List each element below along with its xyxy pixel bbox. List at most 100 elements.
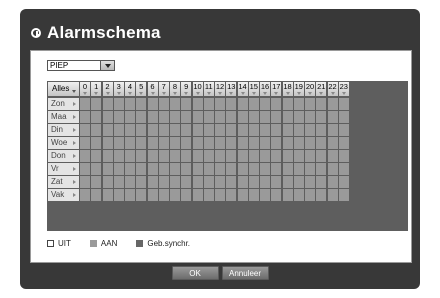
schedule-cell[interactable] bbox=[293, 176, 304, 188]
schedule-cell[interactable] bbox=[338, 163, 349, 175]
hour-header-cell[interactable]: 6 bbox=[147, 82, 158, 96]
schedule-cell[interactable] bbox=[147, 189, 158, 201]
schedule-cell[interactable] bbox=[147, 176, 158, 188]
schedule-cell[interactable] bbox=[215, 111, 225, 123]
schedule-cell[interactable] bbox=[102, 137, 113, 149]
schedule-cell[interactable] bbox=[147, 163, 158, 175]
cancel-button[interactable]: Annuleer bbox=[221, 266, 269, 280]
schedule-cell[interactable] bbox=[338, 150, 349, 162]
schedule-cell[interactable] bbox=[80, 150, 90, 162]
hour-header-cell[interactable]: 16 bbox=[260, 82, 270, 96]
schedule-cell[interactable] bbox=[260, 189, 270, 201]
schedule-cell[interactable] bbox=[237, 137, 248, 149]
schedule-cell[interactable] bbox=[237, 124, 248, 136]
alarm-type-value[interactable]: PIEP bbox=[47, 60, 101, 71]
schedule-cell[interactable] bbox=[237, 111, 248, 123]
schedule-cell[interactable] bbox=[80, 124, 90, 136]
schedule-cell[interactable] bbox=[113, 176, 124, 188]
schedule-cell[interactable] bbox=[91, 176, 102, 188]
hour-header-cell[interactable]: 5 bbox=[136, 82, 147, 96]
schedule-cell[interactable] bbox=[102, 111, 113, 123]
schedule-cell[interactable] bbox=[271, 137, 282, 149]
schedule-cell[interactable] bbox=[293, 111, 304, 123]
schedule-cell[interactable] bbox=[136, 98, 147, 110]
schedule-cell[interactable] bbox=[91, 124, 102, 136]
schedule-cell[interactable] bbox=[282, 163, 293, 175]
schedule-cell[interactable] bbox=[158, 150, 169, 162]
hour-header-cell[interactable]: 17 bbox=[271, 82, 282, 96]
schedule-cell[interactable] bbox=[125, 98, 135, 110]
schedule-cell[interactable] bbox=[203, 137, 214, 149]
schedule-cell[interactable] bbox=[271, 163, 282, 175]
schedule-cell[interactable] bbox=[147, 150, 158, 162]
hour-header-cell[interactable]: 13 bbox=[226, 82, 237, 96]
schedule-cell[interactable] bbox=[327, 137, 338, 149]
schedule-cell[interactable] bbox=[170, 137, 180, 149]
schedule-cell[interactable] bbox=[282, 98, 293, 110]
schedule-cell[interactable] bbox=[181, 150, 192, 162]
schedule-cell[interactable] bbox=[102, 150, 113, 162]
schedule-cell[interactable] bbox=[316, 189, 327, 201]
schedule-cell[interactable] bbox=[237, 189, 248, 201]
hour-header-cell[interactable]: 23 bbox=[338, 82, 349, 96]
schedule-cell[interactable] bbox=[260, 163, 270, 175]
schedule-cell[interactable] bbox=[147, 111, 158, 123]
schedule-cell[interactable] bbox=[158, 137, 169, 149]
schedule-cell[interactable] bbox=[215, 150, 225, 162]
hour-header-cell[interactable]: 1 bbox=[91, 82, 102, 96]
schedule-cell[interactable] bbox=[305, 137, 315, 149]
schedule-cell[interactable] bbox=[102, 163, 113, 175]
hour-header-cell[interactable]: 21 bbox=[316, 82, 327, 96]
hour-header-cell[interactable]: 15 bbox=[248, 82, 259, 96]
schedule-cell[interactable] bbox=[125, 189, 135, 201]
schedule-cell[interactable] bbox=[192, 150, 203, 162]
schedule-cell[interactable] bbox=[80, 98, 90, 110]
hour-header-cell[interactable]: 14 bbox=[237, 82, 248, 96]
schedule-cell[interactable] bbox=[80, 137, 90, 149]
schedule-cell[interactable] bbox=[192, 111, 203, 123]
hour-header-cell[interactable]: 22 bbox=[327, 82, 338, 96]
schedule-cell[interactable] bbox=[113, 189, 124, 201]
schedule-cell[interactable] bbox=[125, 163, 135, 175]
schedule-cell[interactable] bbox=[316, 176, 327, 188]
schedule-cell[interactable] bbox=[181, 176, 192, 188]
hour-header-cell[interactable]: 19 bbox=[293, 82, 304, 96]
schedule-cell[interactable] bbox=[203, 176, 214, 188]
schedule-cell[interactable] bbox=[215, 163, 225, 175]
schedule-cell[interactable] bbox=[170, 163, 180, 175]
day-label[interactable]: Zat bbox=[48, 176, 79, 188]
schedule-cell[interactable] bbox=[80, 189, 90, 201]
schedule-cell[interactable] bbox=[136, 111, 147, 123]
schedule-cell[interactable] bbox=[316, 111, 327, 123]
schedule-cell[interactable] bbox=[215, 98, 225, 110]
schedule-cell[interactable] bbox=[192, 176, 203, 188]
schedule-cell[interactable] bbox=[125, 124, 135, 136]
schedule-cell[interactable] bbox=[282, 150, 293, 162]
schedule-cell[interactable] bbox=[327, 150, 338, 162]
select-all-button[interactable]: Alles bbox=[48, 82, 79, 96]
schedule-cell[interactable] bbox=[91, 98, 102, 110]
day-label[interactable]: Vr bbox=[48, 163, 79, 175]
day-label[interactable]: Zon bbox=[48, 98, 79, 110]
schedule-cell[interactable] bbox=[136, 150, 147, 162]
schedule-cell[interactable] bbox=[192, 163, 203, 175]
day-label[interactable]: Maa bbox=[48, 111, 79, 123]
schedule-cell[interactable] bbox=[203, 189, 214, 201]
hour-header-cell[interactable]: 20 bbox=[305, 82, 315, 96]
schedule-cell[interactable] bbox=[102, 176, 113, 188]
schedule-cell[interactable] bbox=[125, 176, 135, 188]
schedule-cell[interactable] bbox=[192, 189, 203, 201]
schedule-cell[interactable] bbox=[327, 111, 338, 123]
schedule-cell[interactable] bbox=[260, 137, 270, 149]
schedule-cell[interactable] bbox=[316, 163, 327, 175]
schedule-cell[interactable] bbox=[248, 111, 259, 123]
schedule-cell[interactable] bbox=[158, 98, 169, 110]
schedule-cell[interactable] bbox=[226, 111, 237, 123]
schedule-cell[interactable] bbox=[125, 150, 135, 162]
hour-header-cell[interactable]: 8 bbox=[170, 82, 180, 96]
schedule-cell[interactable] bbox=[327, 176, 338, 188]
schedule-cell[interactable] bbox=[305, 163, 315, 175]
schedule-cell[interactable] bbox=[338, 189, 349, 201]
schedule-cell[interactable] bbox=[147, 98, 158, 110]
schedule-cell[interactable] bbox=[327, 124, 338, 136]
